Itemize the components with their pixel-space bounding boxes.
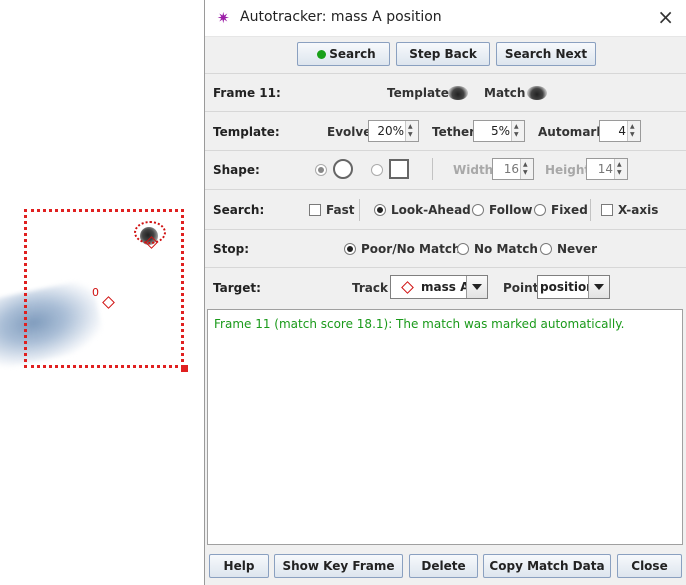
fixed-radio[interactable] bbox=[534, 204, 546, 216]
width-value: 16 bbox=[503, 162, 519, 176]
follow-label: Follow bbox=[489, 203, 533, 217]
diamond-icon bbox=[401, 281, 414, 294]
title-bar: ✷ Autotracker: mass A position × bbox=[205, 0, 686, 37]
evolve-spinner-arrows[interactable]: ▲ ▼ bbox=[405, 121, 418, 141]
no-match-radio[interactable] bbox=[457, 243, 469, 255]
track-value: mass A bbox=[421, 280, 470, 294]
divider bbox=[432, 158, 433, 180]
stop-row: Stop: Poor/No Match No Match Never bbox=[205, 230, 686, 268]
square-shape-icon bbox=[389, 159, 409, 179]
automark-spinner[interactable]: 4 ▲ ▼ bbox=[599, 120, 641, 142]
help-button[interactable]: Help bbox=[209, 554, 269, 578]
template-preview-image bbox=[448, 86, 468, 100]
evolve-spinner[interactable]: 20% ▲ ▼ bbox=[368, 120, 419, 142]
tether-spinner[interactable]: 5% ▲ ▼ bbox=[473, 120, 525, 142]
window-title: Autotracker: mass A position bbox=[240, 9, 442, 25]
template-settings-row: Template: Evolve 20% ▲ ▼ Tether 5% ▲ ▼ Aut… bbox=[205, 112, 686, 151]
evolve-value: 20% bbox=[377, 124, 404, 138]
tether-value: 5% bbox=[490, 124, 510, 138]
follow-radio[interactable] bbox=[472, 204, 484, 216]
tether-label: Tether bbox=[432, 125, 476, 139]
width-spinner[interactable]: 16 ▲ ▼ bbox=[492, 158, 534, 180]
frame-label: Frame 11: bbox=[213, 86, 281, 100]
search-row-label: Search: bbox=[213, 203, 265, 217]
target-row: Target: Track mass A Point position bbox=[205, 268, 686, 307]
square-shape-radio[interactable] bbox=[371, 164, 383, 176]
shape-row-label: Shape: bbox=[213, 163, 260, 177]
toolbar-row: Search Step Back Search Next bbox=[205, 37, 686, 74]
track-dropdown[interactable]: mass A bbox=[390, 275, 488, 299]
point-label: Point bbox=[503, 281, 539, 295]
divider bbox=[359, 199, 360, 221]
template-row-label: Template: bbox=[213, 125, 280, 139]
height-spinner[interactable]: 14 ▲ ▼ bbox=[586, 158, 628, 180]
copy-match-data-button[interactable]: Copy Match Data bbox=[483, 554, 611, 578]
lookahead-label: Look-Ahead bbox=[391, 203, 471, 217]
no-match-label: No Match bbox=[474, 242, 538, 256]
never-radio[interactable] bbox=[540, 243, 552, 255]
automark-value: 4 bbox=[618, 124, 626, 138]
search-mode-row: Search: Fast Look-Ahead Follow Fixed X-a… bbox=[205, 190, 686, 230]
stop-row-label: Stop: bbox=[213, 242, 250, 256]
tether-spinner-arrows[interactable]: ▲ ▼ bbox=[511, 121, 524, 141]
never-label: Never bbox=[557, 242, 598, 256]
fast-label: Fast bbox=[326, 203, 355, 217]
width-label: Width bbox=[453, 163, 494, 177]
sparkle-icon: ✷ bbox=[217, 9, 230, 27]
autotracker-dialog: ✷ Autotracker: mass A position × Search … bbox=[204, 0, 686, 585]
poor-no-match-label: Poor/No Match bbox=[361, 242, 461, 256]
match-preview-image bbox=[527, 86, 547, 100]
track-label: Track bbox=[352, 281, 388, 295]
point-dropdown[interactable]: position bbox=[537, 275, 610, 299]
step-back-button[interactable]: Step Back bbox=[396, 42, 490, 66]
search-button-label: Search bbox=[329, 47, 376, 61]
bottom-button-bar: Help Show Key Frame Delete Copy Match Da… bbox=[205, 548, 686, 585]
video-view[interactable]: 0 bbox=[0, 0, 206, 585]
poor-no-match-radio[interactable] bbox=[344, 243, 356, 255]
divider bbox=[590, 199, 591, 221]
target-row-label: Target: bbox=[213, 281, 261, 295]
width-spinner-arrows[interactable]: ▲ ▼ bbox=[520, 159, 533, 179]
delete-button[interactable]: Delete bbox=[409, 554, 478, 578]
automark-spinner-arrows[interactable]: ▲ ▼ bbox=[627, 121, 640, 141]
template-preview-label: Template bbox=[387, 86, 449, 100]
origin-label: 0 bbox=[92, 286, 99, 299]
fixed-label: Fixed bbox=[551, 203, 588, 217]
chevron-down-icon[interactable] bbox=[588, 276, 609, 298]
show-key-frame-button[interactable]: Show Key Frame bbox=[274, 554, 403, 578]
xaxis-checkbox[interactable] bbox=[601, 204, 613, 216]
status-dot-icon bbox=[317, 50, 326, 59]
xaxis-label: X-axis bbox=[618, 203, 659, 217]
search-button[interactable]: Search bbox=[297, 42, 390, 66]
close-icon[interactable]: × bbox=[657, 6, 674, 28]
evolve-label: Evolve bbox=[327, 125, 372, 139]
fast-checkbox[interactable] bbox=[309, 204, 321, 216]
circle-shape-icon bbox=[333, 159, 353, 179]
search-next-button[interactable]: Search Next bbox=[496, 42, 596, 66]
height-value: 14 bbox=[597, 162, 613, 176]
message-area[interactable]: Frame 11 (match score 18.1): The match w… bbox=[207, 309, 683, 545]
lookahead-radio[interactable] bbox=[374, 204, 386, 216]
frame-row: Frame 11: Template Match bbox=[205, 74, 686, 112]
shape-row: Shape: Width 16 ▲ ▼ Height 14 ▲ ▼ bbox=[205, 151, 686, 190]
circle-shape-radio[interactable] bbox=[315, 164, 327, 176]
height-spinner-arrows[interactable]: ▲ ▼ bbox=[614, 159, 627, 179]
chevron-down-icon[interactable] bbox=[466, 276, 487, 298]
status-message: Frame 11 (match score 18.1): The match w… bbox=[214, 317, 625, 331]
point-value: position bbox=[540, 280, 595, 294]
search-area-resize-handle[interactable] bbox=[181, 365, 188, 372]
automark-label: Automark bbox=[538, 125, 605, 139]
height-label: Height bbox=[545, 163, 591, 177]
match-preview-label: Match bbox=[484, 86, 526, 100]
close-button[interactable]: Close bbox=[617, 554, 682, 578]
